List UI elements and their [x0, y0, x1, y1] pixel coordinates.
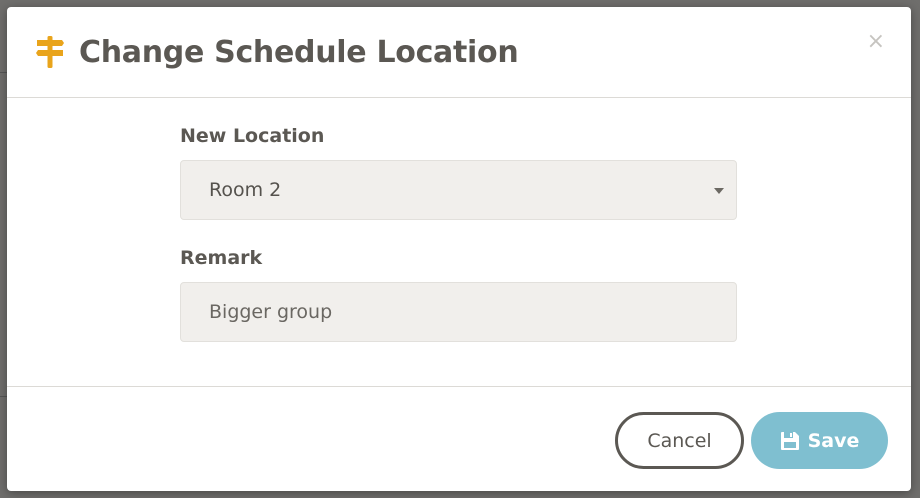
remark-value: Bigger group — [209, 301, 333, 323]
remark-label: Remark — [180, 247, 263, 269]
modal-body: New Location Room 2 Remark Bigger group — [7, 98, 911, 387]
save-button-label: Save — [807, 429, 860, 452]
modal-footer: Cancel Save — [7, 387, 911, 490]
caret-down-icon — [714, 188, 724, 194]
cancel-button[interactable]: Cancel — [615, 412, 744, 469]
floppy-disk-icon — [780, 431, 800, 451]
modal-title: Change Schedule Location — [79, 34, 519, 70]
signpost-icon — [33, 35, 67, 69]
new-location-label: New Location — [180, 125, 325, 147]
new-location-select[interactable]: Room 2 — [180, 160, 737, 220]
cancel-button-label: Cancel — [647, 429, 712, 452]
save-button[interactable]: Save — [751, 412, 888, 469]
change-location-modal: Change Schedule Location × New Location … — [7, 7, 911, 491]
modal-header: Change Schedule Location × — [7, 7, 911, 98]
new-location-value: Room 2 — [209, 179, 282, 201]
remark-input[interactable]: Bigger group — [180, 282, 737, 342]
close-icon[interactable]: × — [867, 31, 885, 53]
